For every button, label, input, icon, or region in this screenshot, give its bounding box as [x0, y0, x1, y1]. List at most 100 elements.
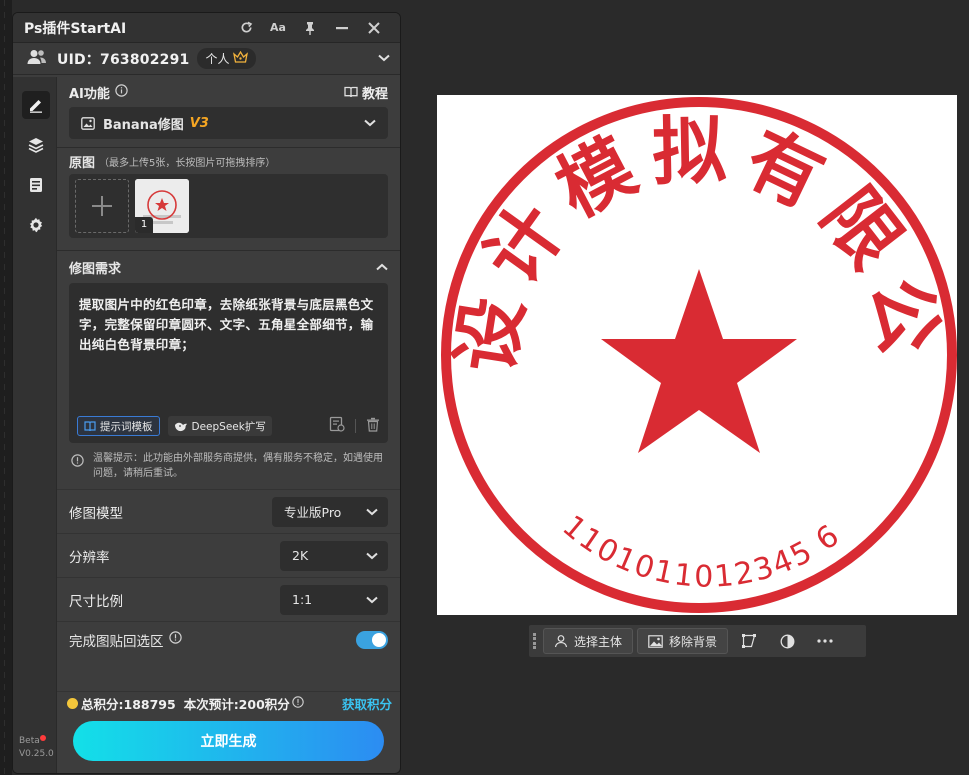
sidebar-item-layers[interactable] — [22, 131, 50, 159]
beta-dot — [39, 735, 46, 741]
user-bar[interactable]: UID：763802291 个人 — [13, 43, 400, 75]
edit-icon — [30, 100, 42, 113]
sidebar-item-history[interactable] — [22, 171, 50, 199]
image-icon — [648, 634, 663, 648]
info-icon[interactable] — [292, 696, 304, 711]
service-tip: 温馨提示：此功能由外部服务商提供，偶有服务不稳定，如遇使用问题，请稍后重试。 — [69, 443, 388, 489]
panel-title: Ps插件StartAI — [24, 20, 127, 37]
prompt-textarea[interactable]: 提取图片中的红色印章，去除纸张背景与底层黑色文字，完整保留印章圆环、文字、五角星… — [69, 283, 388, 443]
more-icon[interactable] — [808, 639, 842, 643]
sidebar-item-edit[interactable] — [22, 91, 50, 119]
ratio-select[interactable]: 1:1 — [280, 584, 388, 615]
model-select-value: 专业版Pro — [284, 505, 342, 520]
ai-function-label: AI功能 — [69, 86, 110, 102]
ratio-label: 尺寸比例 — [69, 593, 123, 610]
remove-background-label: 移除背景 — [669, 634, 718, 649]
paste-back-toggle[interactable] — [356, 630, 388, 649]
thumbnail-area: 1 — [69, 174, 388, 238]
model-version: V3 — [189, 115, 209, 131]
book-icon — [84, 420, 96, 431]
paste-back-row: 完成图贴回选区 — [57, 621, 400, 657]
plugin-panel: Ps插件StartAI Aa UID：763802291 个人 Beta V0.… — [12, 12, 401, 774]
red-seal-image: 设计模拟有限公司 1101011012345 6 — [394, 27, 957, 613]
estimate-points: 本次预计:200积分 — [183, 697, 290, 712]
remove-background-button[interactable]: 移除背景 — [637, 628, 729, 654]
gear-icon — [29, 217, 43, 233]
canvas-document[interactable]: 设计模拟有限公司 1101011012345 6 — [394, 27, 957, 615]
select-subject-button[interactable]: 选择主体 — [543, 628, 634, 654]
plus-icon — [92, 196, 112, 216]
ruler — [4, 0, 5, 775]
history-prompt-icon[interactable] — [329, 416, 345, 436]
resolution-value: 2K — [292, 548, 309, 563]
chevron-down-icon — [364, 116, 376, 131]
points-bar: 总积分:188795 本次预计:200积分 获取积分 — [57, 691, 400, 715]
crown-icon — [232, 50, 248, 66]
panel-titlebar: Ps插件StartAI Aa — [13, 13, 400, 43]
resolution-label: 分辨率 — [69, 549, 110, 566]
coin-icon — [67, 698, 78, 709]
ratio-value: 1:1 — [292, 592, 313, 607]
adjustment-icon[interactable] — [770, 634, 804, 649]
original-section: 原图 （最多上传5张，长按图片可拖拽排序） 1 — [57, 148, 400, 238]
prompt-template-button[interactable]: 提示词模板 — [77, 416, 160, 436]
refresh-icon[interactable] — [230, 20, 262, 36]
account-type-label: 个人 — [205, 52, 230, 66]
chevron-down-icon — [366, 548, 378, 563]
select-subject-label: 选择主体 — [574, 634, 623, 649]
add-image-button[interactable] — [75, 179, 129, 233]
sidebar: Beta V0.25.0 — [13, 77, 57, 773]
tutorial-link[interactable]: 教程 — [344, 83, 388, 102]
image-icon — [81, 116, 95, 130]
deepseek-expand-button[interactable]: DeepSeek扩写 — [167, 416, 272, 436]
drag-handle[interactable] — [533, 631, 539, 651]
prompt-text[interactable]: 提取图片中的红色印章，去除纸张背景与底层黑色文字，完整保留印章圆环、文字、五角星… — [79, 295, 378, 355]
thumb-index: 1 — [135, 217, 153, 233]
info-icon[interactable] — [168, 631, 182, 648]
sidebar-item-settings[interactable] — [22, 211, 50, 239]
get-points-link[interactable]: 获取积分 — [342, 694, 392, 713]
model-option-row: 修图模型 专业版Pro — [57, 489, 400, 533]
layers-icon — [28, 138, 44, 153]
chevron-up-icon[interactable] — [376, 260, 388, 275]
resolution-select[interactable]: 2K — [280, 540, 388, 571]
tool-divider — [355, 419, 356, 433]
ratio-option-row: 尺寸比例 1:1 — [57, 577, 400, 621]
document-icon — [30, 178, 42, 192]
info-icon — [71, 454, 85, 481]
model-name: Banana修图 — [103, 117, 184, 133]
trash-icon[interactable] — [366, 417, 380, 436]
model-select[interactable]: 专业版Pro — [272, 496, 388, 527]
requirement-section: 修图需求 提取图片中的红色印章，去除纸张背景与底层黑色文字，完整保留印章圆环、文… — [57, 251, 400, 489]
version-number: V0.25.0 — [19, 749, 54, 759]
ai-function-select[interactable]: Banana修图 V3 — [69, 107, 388, 139]
close-icon[interactable] — [358, 20, 390, 36]
chevron-down-icon[interactable] — [378, 51, 390, 66]
prompt-template-label: 提示词模板 — [100, 420, 153, 433]
book-icon — [344, 86, 358, 98]
minimize-icon[interactable] — [326, 20, 358, 36]
version-info: Beta V0.25.0 — [19, 735, 54, 761]
person-icon — [554, 635, 568, 648]
transform-icon[interactable] — [732, 633, 766, 649]
total-points: 总积分:188795 — [81, 697, 176, 712]
uploaded-image-thumb[interactable]: 1 — [135, 179, 189, 233]
contextual-task-bar: 选择主体 移除背景 — [528, 624, 867, 658]
paste-back-label: 完成图贴回选区 — [69, 633, 164, 650]
original-label: 原图 — [69, 155, 96, 171]
deepseek-label: DeepSeek扩写 — [191, 420, 266, 433]
chevron-down-icon — [366, 504, 378, 519]
generate-button[interactable]: 立即生成 — [73, 721, 384, 761]
info-icon[interactable] — [115, 83, 128, 101]
resolution-option-row: 分辨率 2K — [57, 533, 400, 577]
account-type-badge: 个人 — [197, 48, 256, 69]
requirement-label: 修图需求 — [69, 261, 122, 277]
model-option-label: 修图模型 — [69, 505, 123, 522]
tip-text: 温馨提示：此功能由外部服务商提供，偶有服务不稳定，如遇使用问题，请稍后重试。 — [93, 453, 383, 479]
app-left-strip — [0, 0, 12, 775]
user-uid: UID：763802291 — [57, 51, 190, 68]
chevron-down-icon — [366, 592, 378, 607]
pin-icon[interactable] — [294, 20, 326, 36]
font-size-button[interactable]: Aa — [262, 21, 294, 34]
deepseek-icon — [174, 422, 187, 431]
